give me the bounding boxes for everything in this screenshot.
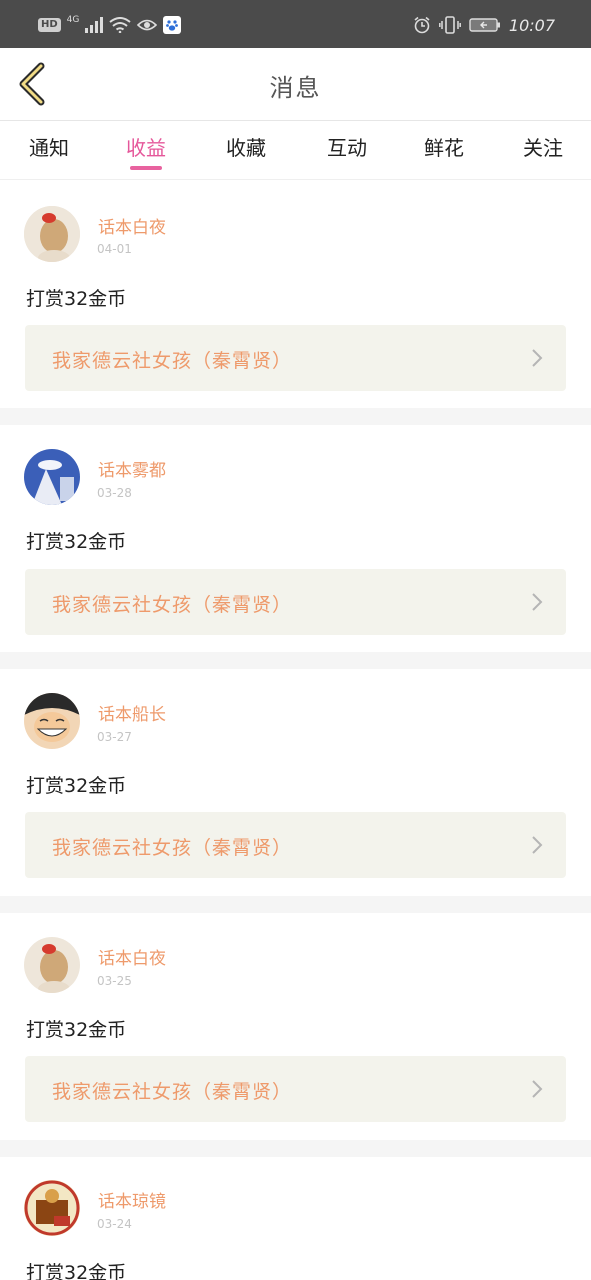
network-type: 4G bbox=[66, 15, 80, 25]
page-title: 消息 bbox=[269, 74, 322, 102]
top-bar: 消息 bbox=[0, 48, 591, 121]
hd-icon: HD bbox=[38, 18, 61, 32]
username[interactable]: 话本白夜 bbox=[98, 213, 166, 238]
status-right-icons: 10:07 bbox=[413, 14, 555, 36]
eye-icon bbox=[137, 19, 158, 31]
message-card: 话本雾都 03-28 打赏32金币 我家德云社女孩（秦霄贤） bbox=[0, 425, 591, 652]
message-card: 话本船长 03-27 打赏32金币 我家德云社女孩（秦霄贤） bbox=[0, 669, 591, 896]
active-tab-indicator bbox=[130, 166, 162, 170]
username[interactable]: 话本白夜 bbox=[98, 944, 166, 969]
tab-flowers[interactable]: 鲜花 bbox=[409, 132, 479, 161]
avatar[interactable] bbox=[24, 937, 80, 993]
story-link[interactable]: 我家德云社女孩（秦霄贤） bbox=[25, 812, 566, 878]
chevron-right-icon bbox=[532, 836, 543, 854]
story-title: 我家德云社女孩（秦霄贤） bbox=[52, 594, 293, 616]
story-link[interactable]: 我家德云社女孩（秦霄贤） bbox=[25, 325, 566, 391]
username[interactable]: 话本船长 bbox=[98, 700, 166, 725]
clock-time: 10:07 bbox=[508, 15, 555, 35]
story-link[interactable]: 我家德云社女孩（秦霄贤） bbox=[25, 569, 566, 635]
tab-bar: 通知 收益 收藏 互动 鲜花 关注 bbox=[0, 122, 591, 180]
username[interactable]: 话本雾都 bbox=[98, 456, 166, 481]
message-card: 话本琼镜 03-24 打赏32金币 bbox=[0, 1157, 591, 1280]
chevron-right-icon bbox=[532, 593, 543, 611]
message-text: 打赏32金币 bbox=[26, 288, 127, 310]
message-date: 03-25 bbox=[97, 974, 132, 988]
card-divider bbox=[0, 896, 591, 913]
card-divider bbox=[0, 408, 591, 425]
message-date: 03-28 bbox=[97, 486, 132, 500]
avatar[interactable] bbox=[24, 206, 80, 262]
wifi-icon bbox=[109, 17, 131, 33]
message-card: 话本白夜 04-01 打赏32金币 我家德云社女孩（秦霄贤） bbox=[0, 181, 591, 408]
username[interactable]: 话本琼镜 bbox=[98, 1187, 166, 1212]
vibrate-icon bbox=[438, 16, 461, 34]
alarm-icon bbox=[414, 16, 430, 34]
message-text: 打赏32金币 bbox=[26, 1262, 127, 1280]
story-title: 我家德云社女孩（秦霄贤） bbox=[52, 837, 293, 859]
story-title: 我家德云社女孩（秦霄贤） bbox=[52, 350, 293, 372]
message-text: 打赏32金币 bbox=[26, 775, 127, 797]
tab-notifications[interactable]: 通知 bbox=[14, 132, 84, 161]
card-divider bbox=[0, 652, 591, 669]
chevron-right-icon bbox=[532, 1080, 543, 1098]
battery-icon bbox=[469, 18, 500, 32]
tab-favorites[interactable]: 收藏 bbox=[211, 132, 281, 161]
message-card: 话本白夜 03-25 打赏32金币 我家德云社女孩（秦霄贤） bbox=[0, 913, 591, 1140]
message-text: 打赏32金币 bbox=[26, 531, 127, 553]
avatar[interactable] bbox=[24, 1180, 80, 1236]
message-text: 打赏32金币 bbox=[26, 1019, 127, 1041]
card-divider bbox=[0, 1140, 591, 1157]
story-link[interactable]: 我家德云社女孩（秦霄贤） bbox=[25, 1056, 566, 1122]
story-title: 我家德云社女孩（秦霄贤） bbox=[52, 1081, 293, 1103]
chevron-right-icon bbox=[532, 349, 543, 367]
avatar[interactable] bbox=[24, 693, 80, 749]
message-date: 03-27 bbox=[97, 730, 132, 744]
tab-earnings[interactable]: 收益 bbox=[111, 132, 181, 161]
status-bar: HD 4G 10:07 bbox=[0, 0, 591, 48]
tab-following[interactable]: 关注 bbox=[508, 132, 578, 161]
message-date: 03-24 bbox=[97, 1217, 132, 1231]
avatar[interactable] bbox=[24, 449, 80, 505]
tab-interactions[interactable]: 互动 bbox=[312, 132, 382, 161]
status-left-icons: HD 4G bbox=[38, 14, 182, 36]
message-date: 04-01 bbox=[97, 242, 132, 256]
signal-icon bbox=[85, 17, 104, 33]
baidu-paw-icon bbox=[163, 16, 182, 34]
